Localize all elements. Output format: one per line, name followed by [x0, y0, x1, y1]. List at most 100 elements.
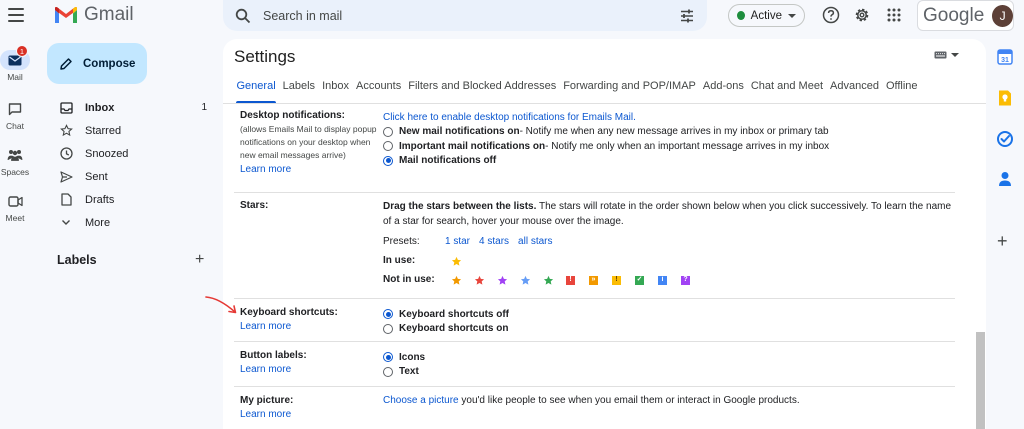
preset-1-star-link[interactable]: 1 star	[445, 235, 470, 250]
preset-all-stars-link[interactable]: all stars	[518, 235, 552, 250]
red-bang-icon[interactable]: !	[566, 276, 575, 285]
keyboard-shortcuts-off-option[interactable]: Keyboard shortcuts off	[383, 307, 509, 322]
option-label: Text	[399, 366, 419, 378]
account-switcher[interactable]: Google J	[917, 0, 1014, 31]
rail-item-chat[interactable]: Chat	[0, 99, 30, 131]
blue-info-icon[interactable]: i	[658, 276, 667, 285]
pencil-icon	[60, 57, 72, 70]
rail-label-spaces: Spaces	[0, 167, 30, 177]
my-picture-learn-more-link[interactable]: Learn more	[240, 409, 293, 420]
desktop-learn-more-link[interactable]: Learn more	[240, 164, 382, 175]
spaces-icon	[7, 150, 23, 161]
button-labels-row: Button labels: Learn more Icons Text	[234, 342, 955, 387]
svg-text:31: 31	[1001, 57, 1009, 64]
red-star-icon[interactable]	[474, 275, 485, 286]
rail-item-meet[interactable]: Meet	[0, 191, 30, 223]
apps-grid-icon[interactable]	[885, 6, 903, 24]
tab-accounts[interactable]: Accounts	[352, 80, 404, 102]
chat-icon	[8, 102, 22, 115]
new-mail-notifications-option[interactable]: New mail notifications on - Notify me wh…	[383, 125, 829, 140]
tab-inbox[interactable]: Inbox	[319, 80, 353, 102]
radio-button-selected[interactable]	[383, 352, 393, 363]
settings-scrollbar[interactable]	[976, 332, 985, 429]
search-input[interactable]	[263, 8, 679, 23]
settings-gear-icon[interactable]	[853, 6, 871, 24]
preset-4-stars-link[interactable]: 4 stars	[479, 235, 509, 250]
compose-button[interactable]: Compose	[47, 43, 147, 84]
nav-item-inbox[interactable]: Inbox 1	[47, 96, 217, 119]
keyboard-shortcuts-on-option[interactable]: Keyboard shortcuts on	[383, 322, 509, 337]
radio-button[interactable]	[383, 141, 393, 152]
blue-star-icon[interactable]	[520, 275, 531, 286]
help-icon[interactable]	[822, 6, 840, 24]
button-labels-icons-option[interactable]: Icons	[383, 350, 425, 365]
option-label: Keyboard shortcuts off	[399, 308, 510, 320]
input-tools-menu[interactable]	[934, 51, 959, 59]
keyboard-learn-more-link[interactable]: Learn more	[240, 321, 338, 332]
nav-item-starred[interactable]: Starred	[47, 119, 217, 142]
yellow-bang-icon[interactable]: !	[612, 276, 621, 285]
search-bar[interactable]	[223, 0, 707, 31]
nav-item-sent[interactable]: Sent	[47, 165, 217, 188]
stars-in-use: In use:	[383, 252, 953, 271]
nav-label: Drafts	[85, 193, 115, 206]
radio-button-selected[interactable]	[383, 155, 393, 166]
status-selector[interactable]: Active	[728, 4, 805, 27]
keep-notes-icon[interactable]	[996, 89, 1014, 107]
nav-item-drafts[interactable]: Drafts	[47, 188, 217, 211]
row-label-text: Desktop notifications:	[240, 110, 346, 121]
avatar[interactable]: J	[992, 4, 1013, 27]
radio-button[interactable]	[383, 323, 393, 334]
rail-label-chat: Chat	[6, 121, 24, 131]
enable-desktop-notifications-link[interactable]: Click here to enable desktop notificatio…	[383, 110, 829, 125]
button-labels-learn-more-link[interactable]: Learn more	[240, 364, 307, 375]
tab-general[interactable]: General	[233, 80, 279, 104]
chevron-down-icon	[59, 216, 73, 230]
mail-notifications-off-option[interactable]: Mail notifications off	[383, 154, 829, 169]
rail-item-spaces[interactable]: Spaces	[0, 145, 30, 177]
tab-labels[interactable]: Labels	[279, 80, 318, 102]
orange-guillemet-icon[interactable]: »	[589, 276, 598, 285]
nav-item-more[interactable]: More	[47, 211, 217, 234]
add-label-plus-icon[interactable]: +	[195, 252, 204, 268]
search-options-icon[interactable]	[679, 8, 695, 24]
yellow-star-icon[interactable]	[451, 256, 462, 267]
tab-offline[interactable]: Offline	[882, 80, 921, 102]
stars-label: Stars:	[240, 200, 269, 211]
row-label-text: Button labels:	[240, 350, 307, 361]
calendar-icon[interactable]: 31	[996, 48, 1014, 66]
rail-item-mail[interactable]: 1 Mail	[0, 45, 30, 82]
choose-picture-link[interactable]: Choose a picture	[383, 395, 459, 406]
tab-filters[interactable]: Filters and Blocked Addresses	[405, 80, 560, 102]
my-picture-row: My picture: Learn more Choose a picture …	[234, 387, 955, 429]
button-labels-text-option[interactable]: Text	[383, 365, 425, 380]
option-description: - Notify me only when an important messa…	[545, 140, 830, 152]
nav-item-snoozed[interactable]: Snoozed	[47, 142, 217, 165]
tab-addons[interactable]: Add-ons	[699, 80, 747, 102]
stars-description: Drag the stars between the lists. The st…	[383, 200, 953, 229]
get-addons-plus-icon[interactable]: +	[997, 232, 1008, 250]
radio-button[interactable]	[383, 126, 393, 137]
purple-star-icon[interactable]	[497, 275, 508, 286]
nav-label: Starred	[85, 124, 122, 137]
purple-question-icon[interactable]: ?	[681, 276, 690, 285]
radio-button-selected[interactable]	[383, 309, 393, 320]
main-menu-icon[interactable]	[8, 8, 24, 22]
tab-forwarding[interactable]: Forwarding and POP/IMAP	[560, 80, 700, 102]
google-brand: Google	[923, 4, 985, 26]
tasks-icon[interactable]	[996, 130, 1014, 148]
radio-button[interactable]	[383, 366, 393, 377]
star-outline-icon	[59, 124, 73, 138]
important-mail-notifications-option[interactable]: Important mail notifications on - Notify…	[383, 139, 829, 154]
tab-chat-meet[interactable]: Chat and Meet	[747, 80, 826, 102]
gmail-logo[interactable]: Gmail	[54, 4, 134, 26]
orange-star-icon[interactable]	[451, 275, 462, 286]
search-icon[interactable]	[235, 8, 251, 24]
keyboard-shortcuts-row: Keyboard shortcuts: Learn more Keyboard …	[234, 299, 955, 342]
green-star-icon[interactable]	[543, 275, 554, 286]
green-check-icon[interactable]: ✓	[635, 276, 644, 285]
contacts-icon[interactable]	[996, 170, 1014, 188]
inbox-icon	[59, 101, 73, 115]
tab-advanced[interactable]: Advanced	[827, 80, 883, 102]
option-label: Icons	[399, 351, 426, 363]
